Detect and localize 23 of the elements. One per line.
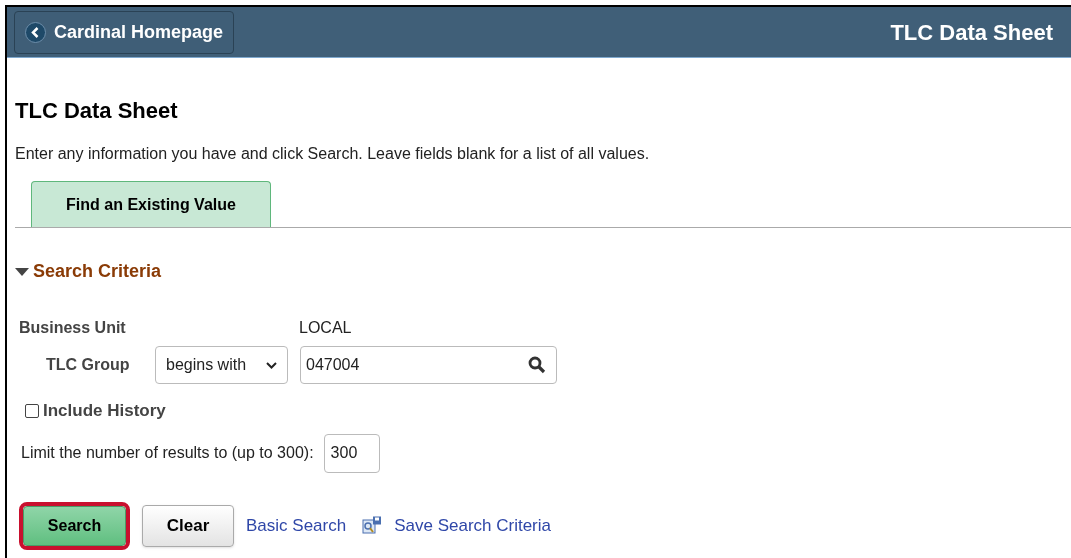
field-label: Business Unit <box>19 318 127 338</box>
tab[interactable]: Find an Existing Value <box>31 181 271 227</box>
tlc-group-field[interactable]: 047004 <box>300 346 557 384</box>
limit-field[interactable]: 300 <box>323 433 380 473</box>
save-search-icon <box>362 516 383 535</box>
include-history-checkbox[interactable] <box>25 403 39 418</box>
back-icon <box>25 21 46 43</box>
save-search-link[interactable]: Save Search Criteria <box>362 512 551 539</box>
instructions-text: Enter any information you have and click Search. Leave fields blank for a list of all values. <box>15 144 651 164</box>
search-icon[interactable] <box>528 356 546 374</box>
page-header-title: TLC Data Sheet <box>890 18 1053 47</box>
business-unit-value: LOCAL <box>298 318 353 338</box>
back-button[interactable]: Cardinal Homepage <box>14 10 235 54</box>
field-label: TLC Group <box>46 355 131 375</box>
page-title: TLC Data Sheet <box>15 97 179 125</box>
clear-button[interactable]: Clear <box>142 504 234 547</box>
collapse-icon <box>15 266 29 277</box>
caret-icon <box>266 361 277 369</box>
operator-dropdown[interactable]: begins with <box>155 346 288 384</box>
basic-search-link[interactable]: Basic Search <box>246 512 347 539</box>
limit-label: Limit the number of results to (up to 300): <box>21 443 314 463</box>
section-header[interactable]: Search Criteria <box>15 258 1071 285</box>
include-history-label: Include History <box>43 400 166 422</box>
